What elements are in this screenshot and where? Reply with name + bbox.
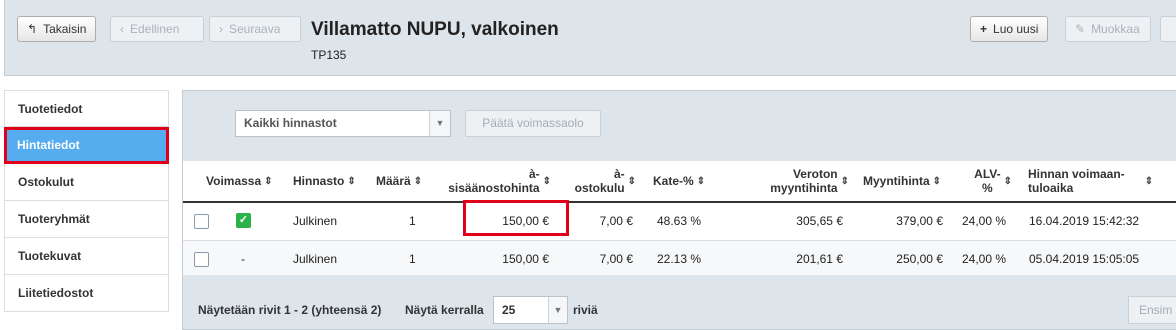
sidebar-item-liitetiedostot[interactable]: Liitetiedostot	[4, 275, 169, 312]
next-button[interactable]: › Seuraava	[209, 16, 301, 42]
rows-label: riviä	[573, 303, 598, 317]
chevron-left-icon: ‹	[120, 22, 124, 36]
per-page-select[interactable]: 25 ▼	[493, 296, 568, 324]
price-table: Voimassa ⇕ Hinnasto ⇕ Määrä ⇕ à-sisäänostoh…	[183, 161, 1176, 279]
sort-icon: ⇕	[413, 175, 423, 187]
product-code: TP135	[311, 48, 347, 62]
end-validity-button[interactable]: Päätä voimassaolo	[465, 110, 601, 137]
sort-icon: ⇕	[264, 175, 273, 187]
sidebar-item-ostokulut[interactable]: Ostokulut	[4, 164, 169, 201]
rows-summary: Näytetään rivit 1 - 2 (yhteensä 2)	[198, 303, 382, 317]
sort-icon: ⇕	[627, 175, 636, 187]
pricelist-select[interactable]: Kaikki hinnastot ▼	[235, 110, 451, 137]
back-arrow-icon: ↰	[27, 22, 38, 36]
previous-button[interactable]: ‹ Edellinen	[110, 16, 204, 42]
more-button[interactable]	[1160, 16, 1176, 42]
col-voimassa[interactable]: Voimassa ⇕	[206, 161, 273, 201]
col-kate[interactable]: Kate-% ⇕	[653, 161, 705, 201]
col-maara[interactable]: Määrä ⇕	[376, 161, 422, 201]
table-header: Voimassa ⇕ Hinnasto ⇕ Määrä ⇕ à-sisäänostoh…	[183, 161, 1176, 203]
sort-icon: ⇕	[840, 175, 849, 187]
col-voimaantuloaika[interactable]: Hinnan voimaan-tuloaika ⇕	[1028, 161, 1176, 201]
first-page-button[interactable]: Ensim	[1128, 296, 1176, 324]
sidebar-item-tuotetiedot[interactable]: Tuotetiedot	[4, 90, 169, 127]
col-ostokulu[interactable]: à-ostokulu ⇕	[563, 161, 636, 201]
sort-icon: ⇕	[932, 175, 942, 187]
table-footer	[183, 275, 1176, 328]
per-page-label: Näytä kerralla	[405, 303, 484, 317]
sort-icon: ⇕	[1003, 175, 1012, 187]
chevron-right-icon: ›	[219, 22, 223, 36]
sidebar-item-hintatiedot[interactable]: Hintatiedot	[4, 127, 169, 164]
back-button[interactable]: ↰ Takaisin	[17, 16, 97, 42]
col-alv[interactable]: ALV-% ⇕	[968, 161, 1012, 201]
sort-icon: ⇕	[696, 175, 706, 187]
plus-icon: +	[980, 22, 988, 36]
col-veroton-myyntihinta[interactable]: Veroton myyntihinta ⇕	[753, 161, 849, 201]
dropdown-arrow-icon: ▼	[548, 297, 567, 323]
row-checkbox[interactable]	[194, 214, 209, 229]
edit-button[interactable]: ✎ Muokkaa	[1065, 16, 1151, 42]
dropdown-arrow-icon: ▼	[429, 111, 450, 136]
col-hinnasto[interactable]: Hinnasto ⇕	[293, 161, 356, 201]
table-row[interactable]: - Julkinen 1 150,00 € 7,00 € 22.13 % 201…	[183, 241, 1176, 279]
sidebar-nav: Tuotetiedot Hintatiedot Ostokulut Tuoter…	[4, 90, 169, 312]
sidebar-item-tuotekuvat[interactable]: Tuotekuvat	[4, 238, 169, 275]
sidebar-item-tuoteryhmat[interactable]: Tuoteryhmät	[4, 201, 169, 238]
col-sisaanostohinta[interactable]: à-sisäänostohinta ⇕	[433, 161, 551, 201]
row-checkbox[interactable]	[194, 252, 209, 267]
page-title: Villamatto NUPU, valkoinen	[311, 19, 559, 40]
sort-icon: ⇕	[347, 175, 356, 187]
check-icon: ✓	[236, 213, 251, 228]
highlight-box	[463, 200, 569, 236]
pencil-icon: ✎	[1075, 22, 1086, 36]
col-myyntihinta[interactable]: Myyntihinta ⇕	[863, 161, 941, 201]
table-row[interactable]: ✓ Julkinen 1 150,00 € 7,00 € 48.63 % 305…	[183, 203, 1176, 241]
sort-icon: ⇕	[1144, 175, 1154, 187]
sort-icon: ⇕	[542, 175, 551, 187]
create-new-button[interactable]: + Luo uusi	[970, 16, 1049, 42]
